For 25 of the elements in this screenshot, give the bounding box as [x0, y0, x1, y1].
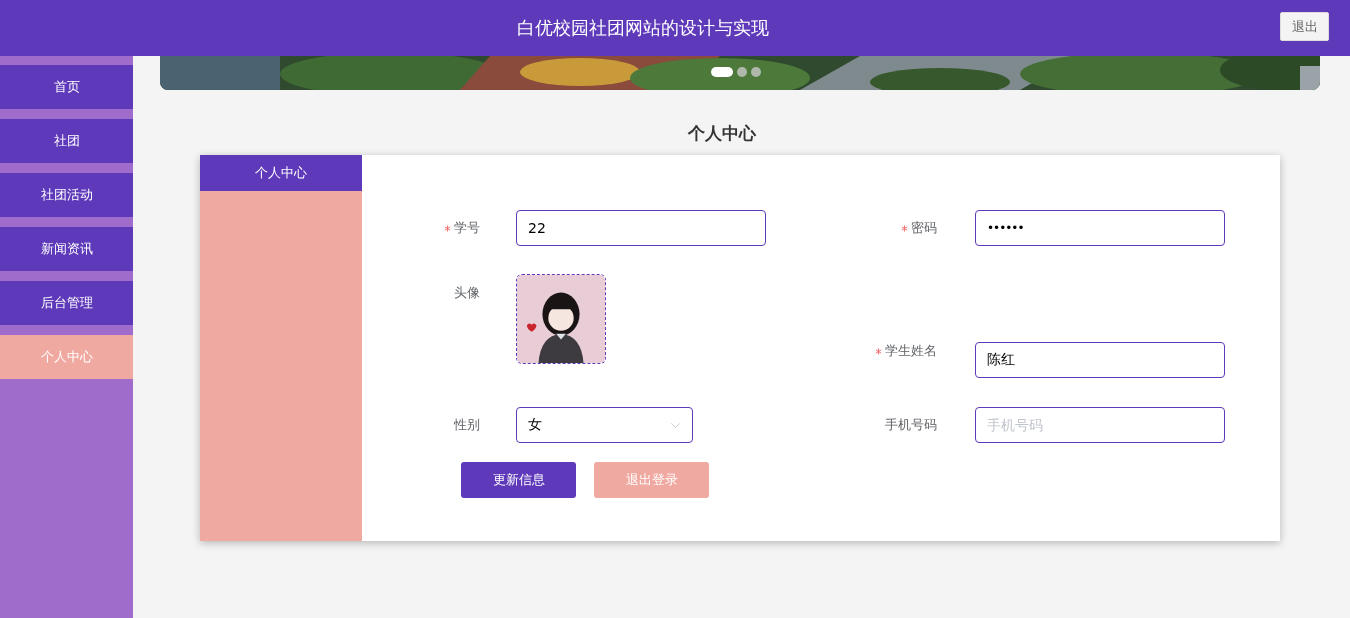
field-label: 头像 [454, 284, 480, 302]
field-label: 学号 [454, 219, 480, 237]
site-title: 白优校园社团网站的设计与实现 [517, 16, 769, 40]
field-label: 性别 [454, 416, 480, 434]
input-field[interactable]: 手机号码 [975, 407, 1225, 443]
chevron-down-icon [670, 421, 681, 429]
select-field[interactable]: 女 [516, 407, 693, 443]
logout-button[interactable]: 退出 [1280, 12, 1329, 41]
panel-tab[interactable]: 个人中心 [200, 155, 362, 191]
input-field[interactable]: 22 [516, 210, 766, 246]
field-label: 学生姓名 [885, 342, 937, 360]
nav-item[interactable]: 新闻资讯 [0, 227, 133, 271]
carousel-indicator[interactable] [751, 67, 761, 77]
input-field[interactable]: 陈红 [975, 342, 1225, 378]
field-label: 密码 [911, 219, 937, 237]
field-label: 手机号码 [885, 416, 937, 434]
carousel-indicator[interactable] [737, 67, 747, 77]
nav-item[interactable]: 社团 [0, 119, 133, 163]
nav-item[interactable]: 社团活动 [0, 173, 133, 217]
form-button[interactable]: 更新信息 [461, 462, 576, 498]
nav-item[interactable]: 后台管理 [0, 281, 133, 325]
input-field[interactable]: •••••• [975, 210, 1225, 246]
page-title: 个人中心 [686, 123, 757, 143]
nav-item[interactable]: 首页 [0, 65, 133, 109]
carousel-indicator[interactable] [711, 67, 733, 77]
